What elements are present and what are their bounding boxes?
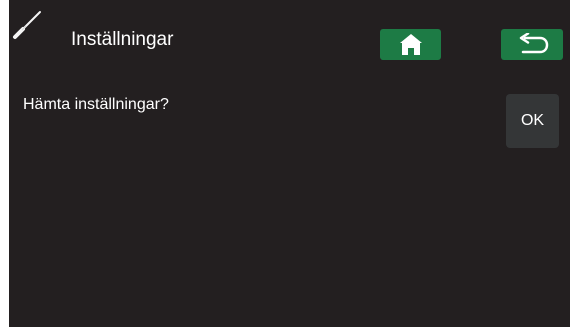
confirmation-message: Hämta inställningar? xyxy=(23,96,169,113)
screwdriver-icon xyxy=(12,8,44,40)
back-button[interactable] xyxy=(501,29,563,60)
home-icon xyxy=(399,33,423,56)
settings-screen: Inställningar Hämta inställningar? OK xyxy=(9,0,570,327)
page-title: Inställningar xyxy=(71,29,174,50)
home-button[interactable] xyxy=(380,29,441,60)
back-arrow-icon xyxy=(515,32,549,57)
ok-button[interactable]: OK xyxy=(506,94,559,148)
